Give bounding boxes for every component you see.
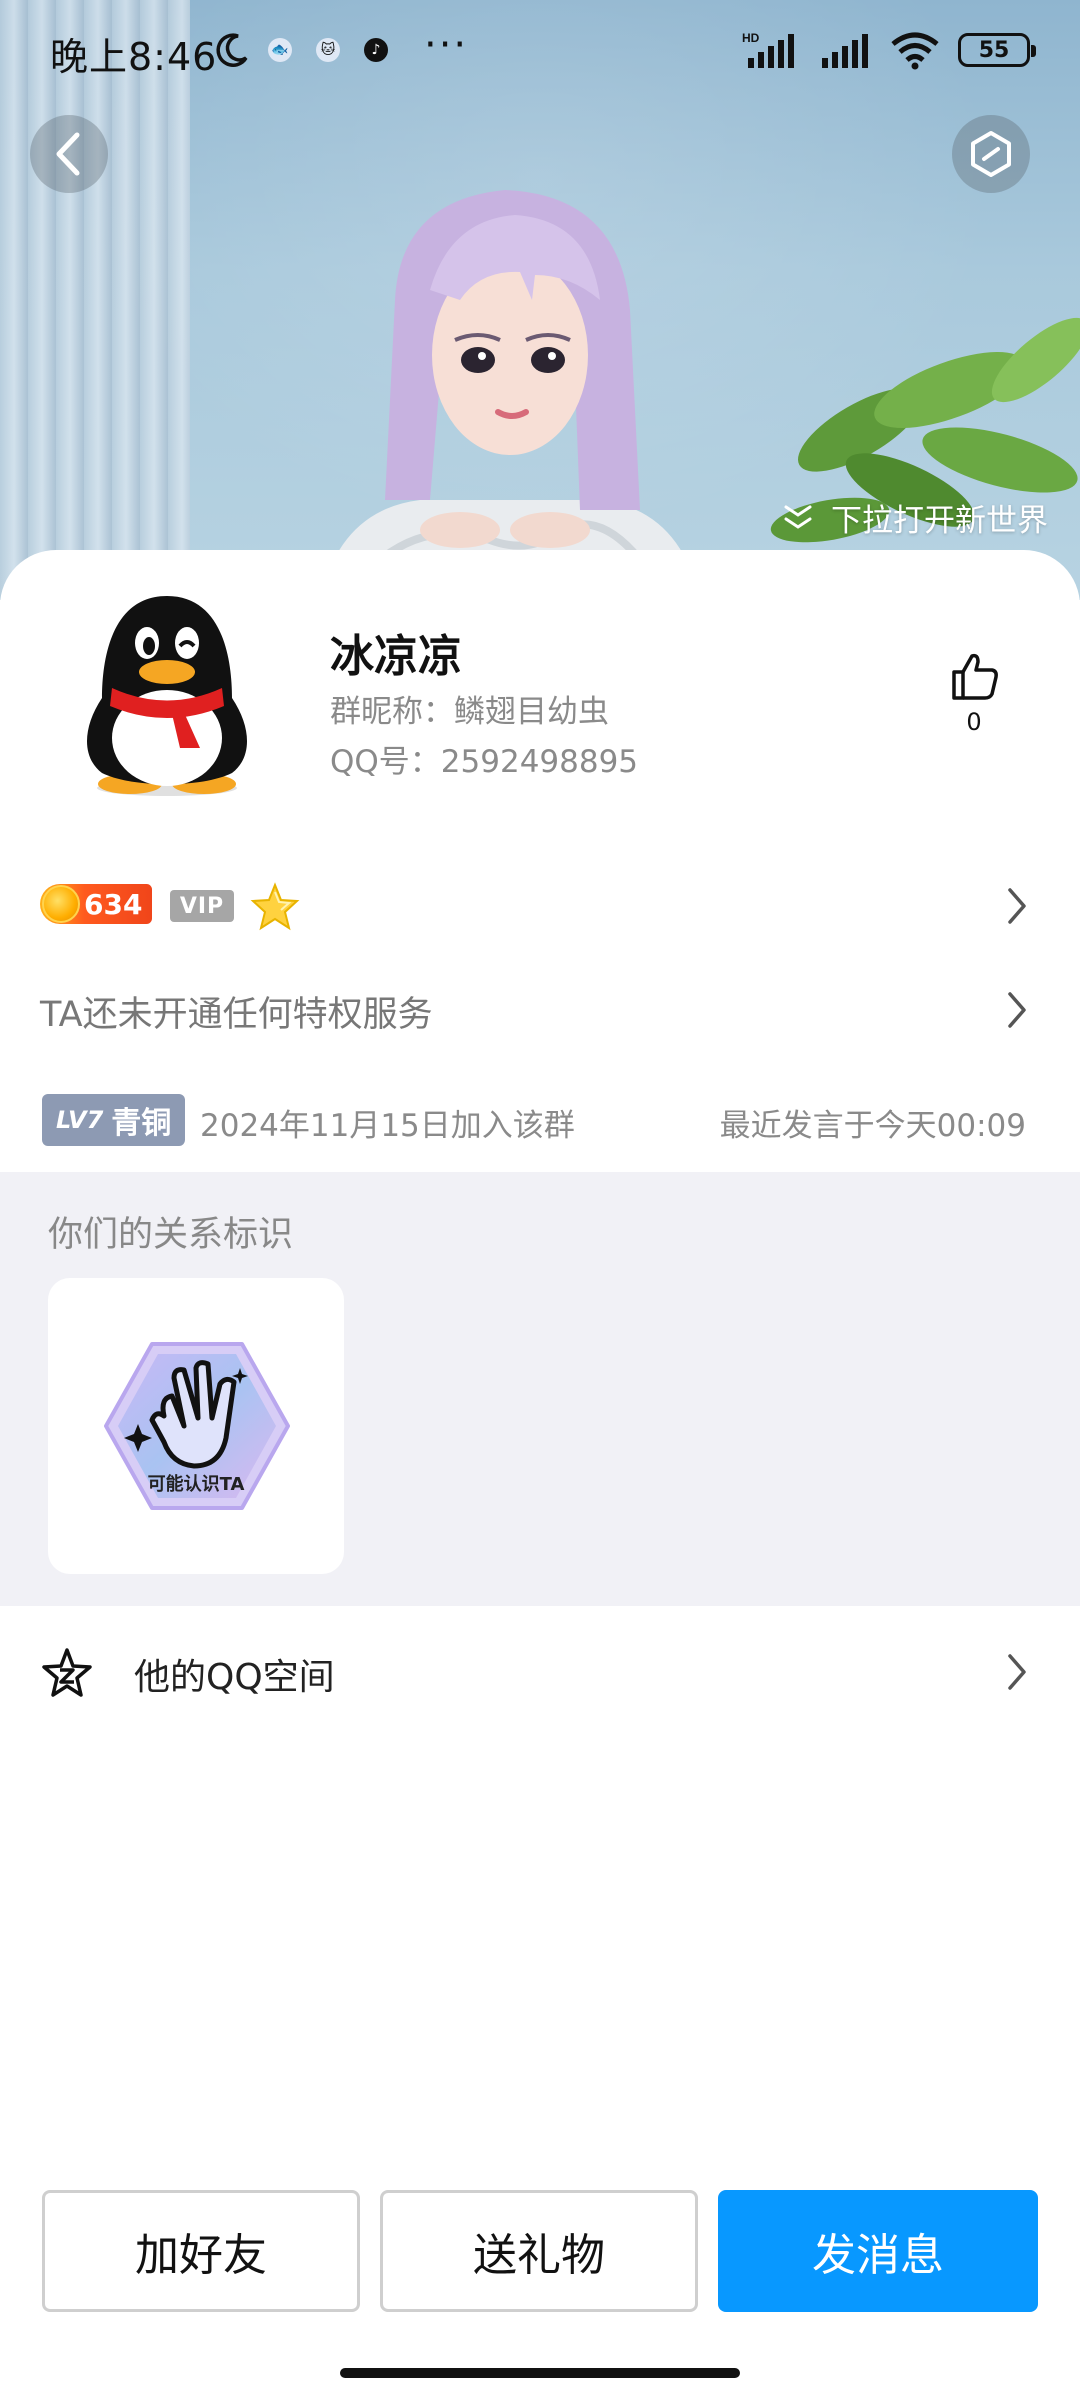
add-friend-button[interactable]: 加好友 bbox=[42, 2190, 360, 2312]
app-notification-icon: 🐟 bbox=[268, 38, 292, 62]
chevron-right-icon bbox=[1008, 1654, 1026, 1690]
like-count: 0 bbox=[966, 708, 982, 736]
qzone-label: 他的QQ空间 bbox=[134, 1657, 335, 1698]
thumbs-up-icon bbox=[952, 653, 998, 700]
more-notifications-icon: ··· bbox=[424, 22, 469, 68]
qzone-row[interactable]: 他的QQ空间 bbox=[0, 1606, 1080, 1734]
avatar-3d-figure bbox=[320, 190, 700, 600]
nickname: 冰凉凉 bbox=[330, 631, 462, 682]
hexagon-icon bbox=[971, 131, 1011, 177]
pull-hint-text: 下拉打开新世界 bbox=[831, 503, 1048, 539]
moon-icon bbox=[216, 33, 248, 67]
chevron-right-icon bbox=[1008, 992, 1026, 1028]
level-name: 青铜 bbox=[111, 1106, 172, 1141]
action-bar: 加好友 送礼物 发消息 bbox=[0, 2190, 1080, 2314]
star-icon bbox=[250, 882, 300, 931]
avatar[interactable] bbox=[72, 588, 262, 798]
tiktok-icon: ♪ bbox=[364, 38, 388, 62]
status-bar: 晚上8:46 🐟 🐱 ♪ ··· HD 55 bbox=[0, 0, 1080, 100]
double-chevron-down-icon bbox=[784, 505, 812, 529]
battery-icon: 55 bbox=[958, 33, 1036, 67]
qq-number: QQ号：2592498895 bbox=[330, 744, 639, 780]
app-notification-icon: 🐱 bbox=[316, 38, 340, 62]
relationship-tag-label: 可能认识TA bbox=[147, 1474, 245, 1495]
send-message-button[interactable]: 发消息 bbox=[718, 2190, 1038, 2312]
profile-page: 晚上8:46 🐟 🐱 ♪ ··· HD 55 下拉打开新世界 冰凉凉 群昵称：鳞… bbox=[0, 0, 1080, 2400]
battery-level: 55 bbox=[978, 37, 1010, 63]
join-date: 2024年11月15日加入该群 bbox=[200, 1108, 575, 1144]
relationship-title: 你们的关系标识 bbox=[48, 1215, 294, 1255]
hd-signal-icon: HD bbox=[742, 31, 794, 68]
hero-banner[interactable]: 晚上8:46 🐟 🐱 ♪ ··· HD 55 下拉打开新世界 bbox=[0, 0, 1080, 600]
chevron-left-icon bbox=[56, 132, 80, 176]
group-nickname: 群昵称：鳞翅目幼虫 bbox=[330, 694, 609, 730]
pull-down-hint[interactable]: 下拉打开新世界 bbox=[781, 495, 1048, 540]
chevron-right-icon bbox=[1008, 888, 1026, 924]
level-badge: LV7 青铜 bbox=[42, 1094, 186, 1146]
relationship-section: 你们的关系标识 可能认识TA bbox=[0, 1172, 1080, 1606]
like-button[interactable]: 0 bbox=[940, 650, 1008, 736]
send-gift-button[interactable]: 送礼物 bbox=[380, 2190, 698, 2312]
group-level-row: LV7 青铜 2024年11月15日加入该群 最近发言于今天00:09 bbox=[0, 1090, 1080, 1150]
privilege-text: TA还未开通任何特权服务 bbox=[40, 995, 433, 1035]
level-tag: LV7 bbox=[56, 1106, 104, 1134]
vip-badge: VIP bbox=[170, 890, 234, 922]
privilege-row[interactable]: TA还未开通任何特权服务 bbox=[0, 970, 1080, 1050]
coin-icon bbox=[42, 885, 80, 923]
relationship-tag-card[interactable]: 可能认识TA bbox=[48, 1278, 344, 1574]
svg-text:HD: HD bbox=[742, 31, 760, 45]
profile-card: 冰凉凉 群昵称：鳞翅目幼虫 QQ号：2592498895 0 634 VIP T… bbox=[0, 550, 1080, 2400]
status-time: 晚上8:46 bbox=[50, 35, 218, 79]
home-indicator[interactable] bbox=[340, 2368, 740, 2378]
settings-hex-button[interactable] bbox=[952, 115, 1030, 193]
coin-badge: 634 bbox=[40, 884, 152, 924]
wifi-icon bbox=[891, 32, 939, 70]
signal-icon bbox=[822, 34, 868, 68]
badges-row[interactable]: 634 VIP bbox=[0, 862, 1080, 950]
qzone-star-icon bbox=[42, 1648, 92, 1697]
back-button[interactable] bbox=[30, 115, 108, 193]
last-spoke: 最近发言于今天00:09 bbox=[719, 1108, 1026, 1144]
coin-value: 634 bbox=[84, 887, 143, 921]
